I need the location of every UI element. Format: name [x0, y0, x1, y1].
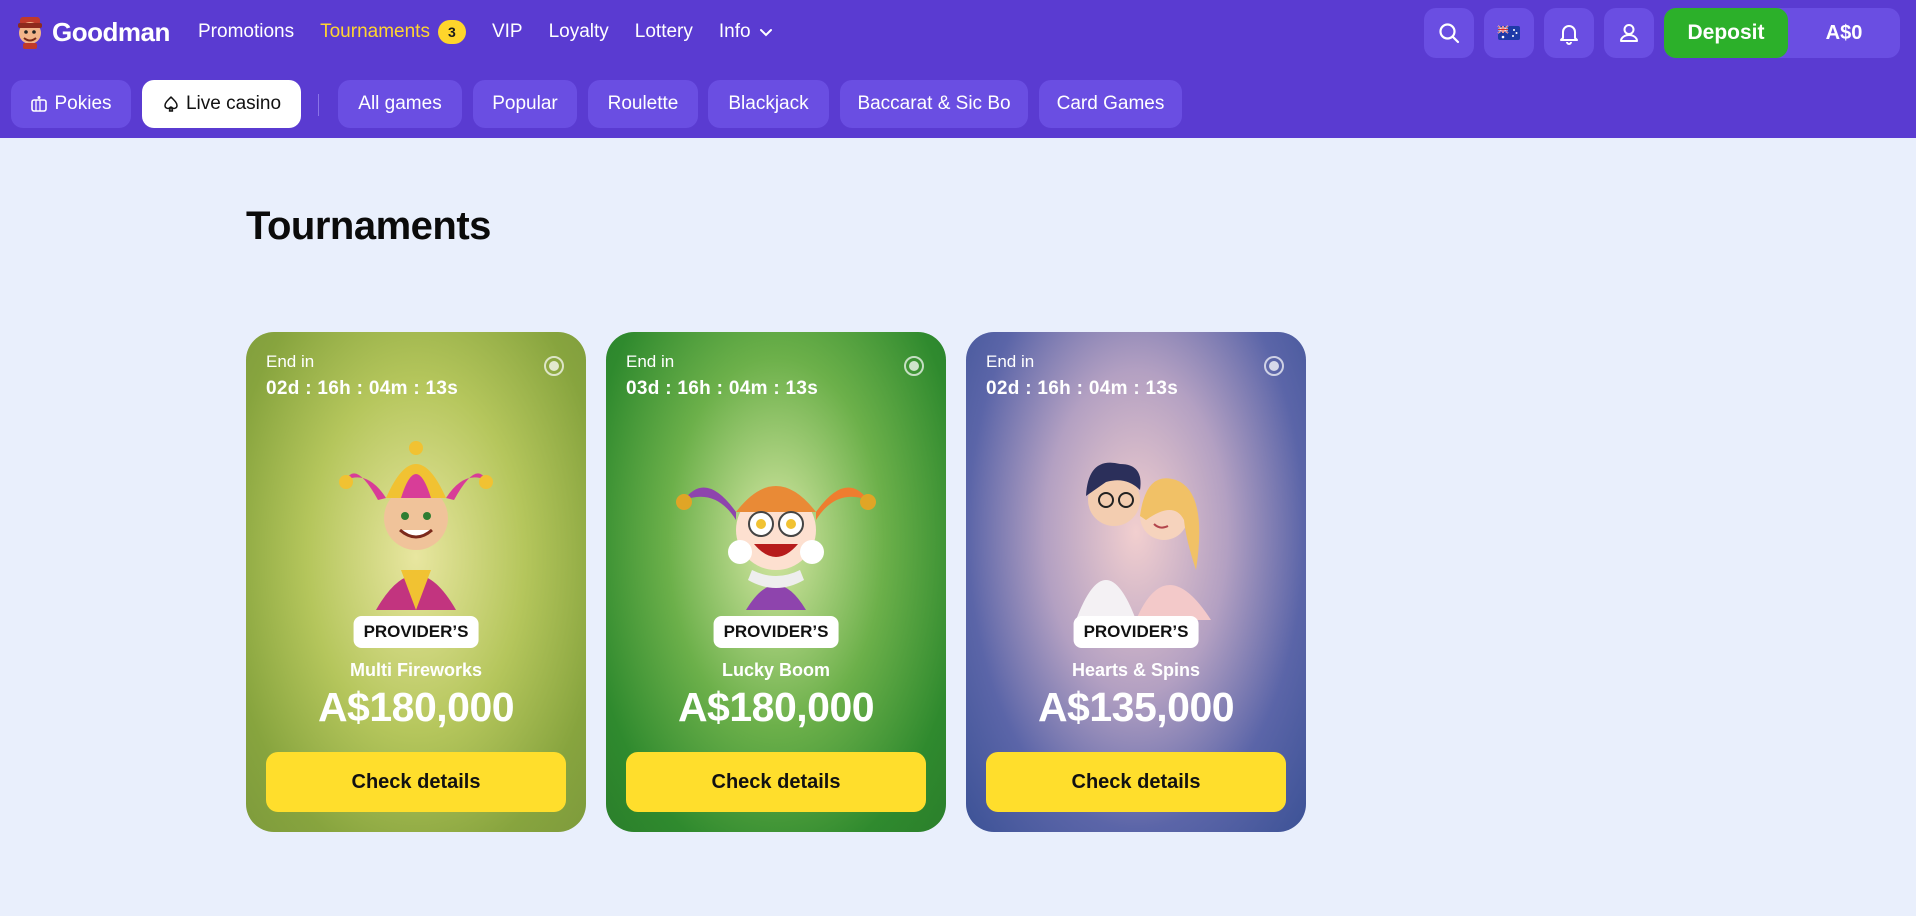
search-icon	[1439, 23, 1460, 44]
provider-badge: PROVIDER’S	[713, 616, 839, 648]
profile-button[interactable]	[1604, 8, 1654, 58]
user-icon	[1620, 24, 1638, 42]
brand-name: Goodman	[52, 16, 170, 47]
nav-label: Promotions	[198, 21, 295, 42]
category-label: All games	[358, 93, 442, 114]
category-label: Baccarat & Sic Bo	[857, 93, 1011, 114]
live-indicator-icon	[1264, 356, 1284, 376]
australia-flag-icon	[1497, 25, 1520, 40]
category-live-casino[interactable]: Live casino	[142, 80, 301, 128]
search-button[interactable]	[1424, 8, 1474, 58]
prize-pool: A$180,000	[677, 684, 875, 730]
nav-loyalty[interactable]: Loyalty	[549, 21, 609, 43]
goodman-mascot-icon	[18, 17, 42, 49]
tournaments-count-badge: 3	[437, 20, 466, 44]
countdown-timer: 02d : 16h : 04m : 13s	[266, 378, 459, 399]
nav-label: Tournaments	[320, 21, 430, 42]
category-label: Popular	[492, 93, 558, 114]
category-label: Live casino	[185, 93, 282, 114]
nav-label: Loyalty	[548, 21, 609, 42]
live-indicator-icon	[544, 356, 564, 376]
category-baccarat-sic-bo[interactable]: Baccarat & Sic Bo	[840, 80, 1028, 128]
jester-icon	[339, 441, 493, 610]
nav-label: VIP	[491, 21, 523, 42]
check-details-button[interactable]: Check details	[266, 752, 566, 812]
end-in-label: End in	[986, 352, 1035, 371]
brand-logo[interactable]: Goodman	[14, 14, 170, 50]
main-nav: Promotions Tournaments 3 VIP Loyalty Lot…	[198, 0, 773, 64]
wallet-group: Deposit A$0	[1664, 8, 1900, 58]
category-popular[interactable]: Popular	[473, 80, 577, 128]
page-title: Tournaments	[246, 204, 491, 248]
category-pokies[interactable]: Pokies	[11, 80, 131, 128]
countdown-timer: 03d : 16h : 04m : 13s	[626, 378, 819, 399]
clown-icon	[676, 486, 876, 610]
prize-pool: A$135,000	[1037, 684, 1235, 730]
category-card-games[interactable]: Card Games	[1039, 80, 1182, 128]
nav-tournaments[interactable]: Tournaments 3	[320, 20, 466, 44]
check-details-button[interactable]: Check details	[626, 752, 926, 812]
category-blackjack[interactable]: Blackjack	[708, 80, 829, 128]
tournament-card[interactable]: End in 02d : 16h : 04m : 13s PROVIDER’S …	[246, 332, 586, 832]
header-main-row: Goodman Promotions Tournaments 3 VIP Loy…	[0, 0, 1916, 66]
category-divider	[318, 94, 319, 116]
game-name: Lucky Boom	[721, 660, 831, 680]
couple-icon	[1076, 462, 1211, 620]
deposit-button[interactable]: Deposit	[1664, 8, 1788, 58]
prize-pool: A$180,000	[317, 684, 515, 730]
category-label: Blackjack	[728, 93, 809, 114]
end-in-label: End in	[626, 352, 675, 371]
slot-machine-icon	[31, 96, 48, 112]
spade-icon	[164, 96, 178, 112]
category-label: Pokies	[54, 93, 112, 114]
nav-label: Lottery	[634, 21, 693, 42]
category-bar: Pokies Live casino All games Popular Rou…	[0, 80, 1916, 128]
countdown-timer: 02d : 16h : 04m : 13s	[986, 378, 1179, 399]
nav-label: Info	[718, 21, 751, 42]
tournament-card[interactable]: End in 03d : 16h : 04m : 13s PROVIDER’S …	[606, 332, 946, 832]
notifications-button[interactable]	[1544, 8, 1594, 58]
nav-info-dropdown[interactable]: Info	[719, 21, 773, 43]
check-details-button[interactable]: Check details	[986, 752, 1286, 812]
end-in-label: End in	[266, 352, 315, 371]
bell-icon	[1560, 25, 1578, 45]
provider-badge: PROVIDER’S	[1073, 616, 1199, 648]
top-header: Goodman Promotions Tournaments 3 VIP Loy…	[0, 0, 1916, 138]
nav-promotions[interactable]: Promotions	[198, 21, 294, 43]
category-label: Card Games	[1056, 93, 1165, 114]
nav-lottery[interactable]: Lottery	[635, 21, 693, 43]
category-all-games[interactable]: All games	[338, 80, 462, 128]
chevron-down-icon	[759, 29, 772, 37]
nav-vip[interactable]: VIP	[492, 21, 523, 43]
game-name: Multi Fireworks	[349, 660, 483, 680]
category-label: Roulette	[607, 93, 679, 114]
language-button[interactable]	[1484, 8, 1534, 58]
category-roulette[interactable]: Roulette	[588, 80, 698, 128]
game-name: Hearts & Spins	[1071, 660, 1201, 680]
live-indicator-icon	[904, 356, 924, 376]
tournament-card[interactable]: End in 02d : 16h : 04m : 13s PROVIDER’S …	[966, 332, 1306, 832]
provider-badge: PROVIDER’S	[353, 616, 479, 648]
balance-display[interactable]: A$0	[1788, 8, 1900, 58]
